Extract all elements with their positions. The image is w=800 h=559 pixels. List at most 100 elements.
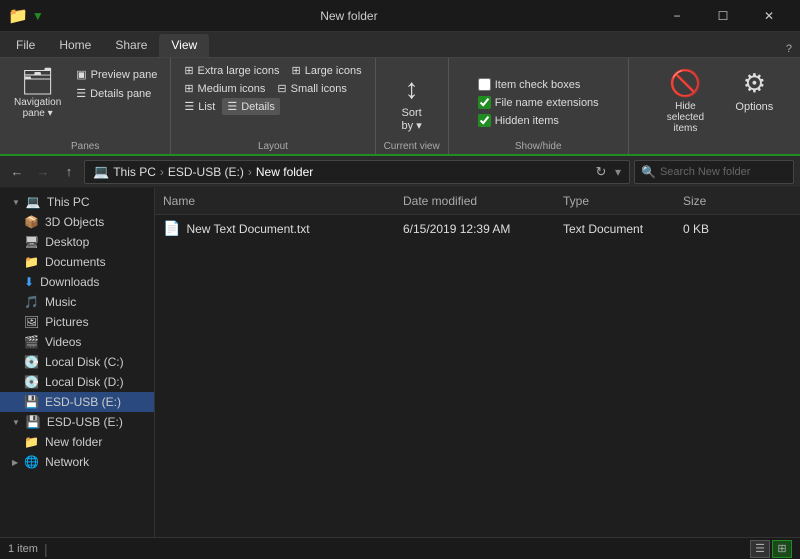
refresh-button[interactable]: ↻ [591, 162, 611, 182]
newfolder-icon: 📁 [24, 435, 39, 449]
sidebar-item-3dobjects[interactable]: 📦 3D Objects [0, 212, 154, 232]
small-icons-button[interactable]: ⊟ Small icons [272, 80, 351, 97]
window-controls[interactable]: − ☐ ✕ [654, 0, 792, 32]
pictures-icon: 🖼 [24, 315, 39, 329]
sidebar-item-usb-section[interactable]: 💾 ESD-USB (E:) [0, 412, 154, 432]
panes-group-content: 🗂 Navigation pane ▾ ▣ Preview pane ☰ Det… [8, 62, 162, 139]
hide-options-group: 🚫 Hide selecteditems ⚙ Options . [629, 58, 800, 154]
file-ext-checkbox[interactable] [478, 96, 491, 109]
details-view-button[interactable]: ☰ [750, 540, 770, 558]
large-icons-view-button[interactable]: ⊞ [772, 540, 792, 558]
desktop-icon: 🖥 [24, 235, 39, 249]
large-icons-button[interactable]: ⊞ Large icons [286, 62, 366, 79]
details-icon: ☰ [227, 100, 237, 113]
localc-label: Local Disk (C:) [45, 355, 124, 369]
minimize-button[interactable]: − [654, 0, 700, 32]
nav-bar: ← → ↑ 💻 This PC › ESD-USB (E:) › New fol… [0, 156, 800, 188]
help-icon[interactable]: ? [786, 43, 792, 55]
col-header-name[interactable]: Name [155, 192, 395, 210]
showhide-content: Item check boxes File name extensions Hi… [476, 62, 601, 139]
pictures-label: Pictures [45, 315, 88, 329]
showhide-group: Item check boxes File name extensions Hi… [449, 58, 629, 154]
hidden-items-label: Hidden items [495, 115, 559, 127]
documents-icon: 📁 [24, 255, 39, 269]
music-label: Music [45, 295, 76, 309]
breadcrumb-newfolder[interactable]: New folder [256, 165, 313, 179]
hidden-items-checkbox[interactable] [478, 114, 491, 127]
item-checkboxes-checkbox[interactable] [478, 78, 491, 91]
item-checkboxes-row[interactable]: Item check boxes [476, 77, 601, 92]
tab-share[interactable]: Share [103, 34, 159, 57]
desktop-label: Desktop [45, 235, 89, 249]
tab-home[interactable]: Home [47, 34, 103, 57]
sort-group: ↕ Sortby ▾ Current view [376, 58, 449, 154]
main-area: 💻 This PC 📦 3D Objects 🖥 Desktop 📁 Docum… [0, 188, 800, 537]
options-label: Options [735, 101, 773, 113]
file-name-text: New Text Document.txt [186, 222, 309, 236]
extra-large-icons-button[interactable]: ⊞ Extra large icons [179, 62, 284, 79]
layout-group-content: ⊞ Extra large icons ⊞ Large icons ⊞ Medi… [179, 62, 366, 139]
sort-icon: ↕ [405, 73, 419, 105]
details-button[interactable]: ☰ Details [222, 98, 280, 115]
thispc-icon: 💻 [26, 195, 41, 209]
window-title: New folder [44, 9, 654, 23]
breadcrumb-usbdrive[interactable]: ESD-USB (E:) [168, 165, 244, 179]
preview-pane-button[interactable]: ▣ Preview pane [71, 66, 162, 83]
col-header-size[interactable]: Size [675, 192, 755, 210]
maximize-button[interactable]: ☐ [700, 0, 746, 32]
search-box[interactable]: 🔍 Search New folder [634, 160, 794, 184]
details-pane-button[interactable]: ☰ Details pane [71, 85, 162, 102]
hide-selected-button[interactable]: 🚫 Hide selecteditems [647, 62, 723, 136]
status-view-buttons: ☰ ⊞ [750, 540, 792, 558]
medium-icons-button[interactable]: ⊞ Medium icons [179, 80, 270, 97]
breadcrumb-thispc[interactable]: This PC [113, 165, 156, 179]
ribbon: 🗂 Navigation pane ▾ ▣ Preview pane ☰ Det… [0, 58, 800, 156]
sidebar-item-downloads[interactable]: ⬇ Downloads [0, 272, 154, 292]
downloads-label: Downloads [40, 275, 99, 289]
hidden-items-row[interactable]: Hidden items [476, 113, 601, 128]
hide-options-spacer: . [713, 141, 716, 152]
nav-pane-button[interactable]: 🗂 Navigation pane ▾ [8, 62, 67, 123]
sidebar-item-network[interactable]: 🌐 Network [0, 452, 154, 472]
3dobjects-icon: 📦 [24, 215, 39, 229]
file-ext-row[interactable]: File name extensions [476, 95, 601, 110]
sort-button[interactable]: ↕ Sortby ▾ [388, 67, 436, 134]
breadcrumb-sep-1: › [160, 165, 164, 179]
downloads-icon: ⬇ [24, 275, 34, 289]
breadcrumb-bar[interactable]: 💻 This PC › ESD-USB (E:) › New folder ↻ … [84, 160, 630, 184]
forward-button[interactable]: → [32, 161, 54, 183]
sidebar-item-music[interactable]: 🎵 Music [0, 292, 154, 312]
sidebar-item-desktop[interactable]: 🖥 Desktop [0, 232, 154, 252]
back-button[interactable]: ← [6, 161, 28, 183]
sidebar-item-newfolder[interactable]: 📁 New folder [0, 432, 154, 452]
close-button[interactable]: ✕ [746, 0, 792, 32]
up-button[interactable]: ↑ [58, 161, 80, 183]
list-button[interactable]: ☰ List [179, 98, 220, 115]
sidebar-item-videos[interactable]: 🎬 Videos [0, 332, 154, 352]
usb-section-label: ESD-USB (E:) [47, 415, 123, 429]
options-button[interactable]: ⚙ Options [727, 62, 781, 115]
locald-icon: 💽 [24, 375, 39, 389]
sidebar-item-pictures[interactable]: 🖼 Pictures [0, 312, 154, 332]
sidebar-item-locald[interactable]: 💽 Local Disk (D:) [0, 372, 154, 392]
item-checkboxes-label: Item check boxes [495, 79, 581, 91]
file-type-cell: Text Document [555, 220, 675, 238]
layout-row-1: ⊞ Extra large icons ⊞ Large icons [179, 62, 366, 79]
large-icons-label: Large icons [305, 65, 362, 77]
breadcrumb-dropdown-icon[interactable]: ▾ [615, 165, 621, 179]
sidebar-item-this-pc[interactable]: 💻 This PC [0, 192, 154, 212]
layout-row-2: ⊞ Medium icons ⊟ Small icons [179, 80, 366, 97]
tab-file[interactable]: File [4, 34, 47, 57]
sidebar: 💻 This PC 📦 3D Objects 🖥 Desktop 📁 Docum… [0, 188, 155, 537]
sidebar-item-documents[interactable]: 📁 Documents [0, 252, 154, 272]
file-type-icon: 📄 [163, 220, 180, 237]
sidebar-item-localc[interactable]: 💽 Local Disk (C:) [0, 352, 154, 372]
usb-e-icon: 💾 [24, 395, 39, 409]
col-header-type[interactable]: Type [555, 192, 675, 210]
col-header-date[interactable]: Date modified [395, 192, 555, 210]
layout-row-3: ☰ List ☰ Details [179, 98, 366, 115]
table-row[interactable]: 📄 New Text Document.txt 6/15/2019 12:39 … [155, 215, 800, 243]
sidebar-item-usb-e[interactable]: 💾 ESD-USB (E:) [0, 392, 154, 412]
tab-view[interactable]: View [159, 34, 209, 57]
music-icon: 🎵 [24, 295, 39, 309]
